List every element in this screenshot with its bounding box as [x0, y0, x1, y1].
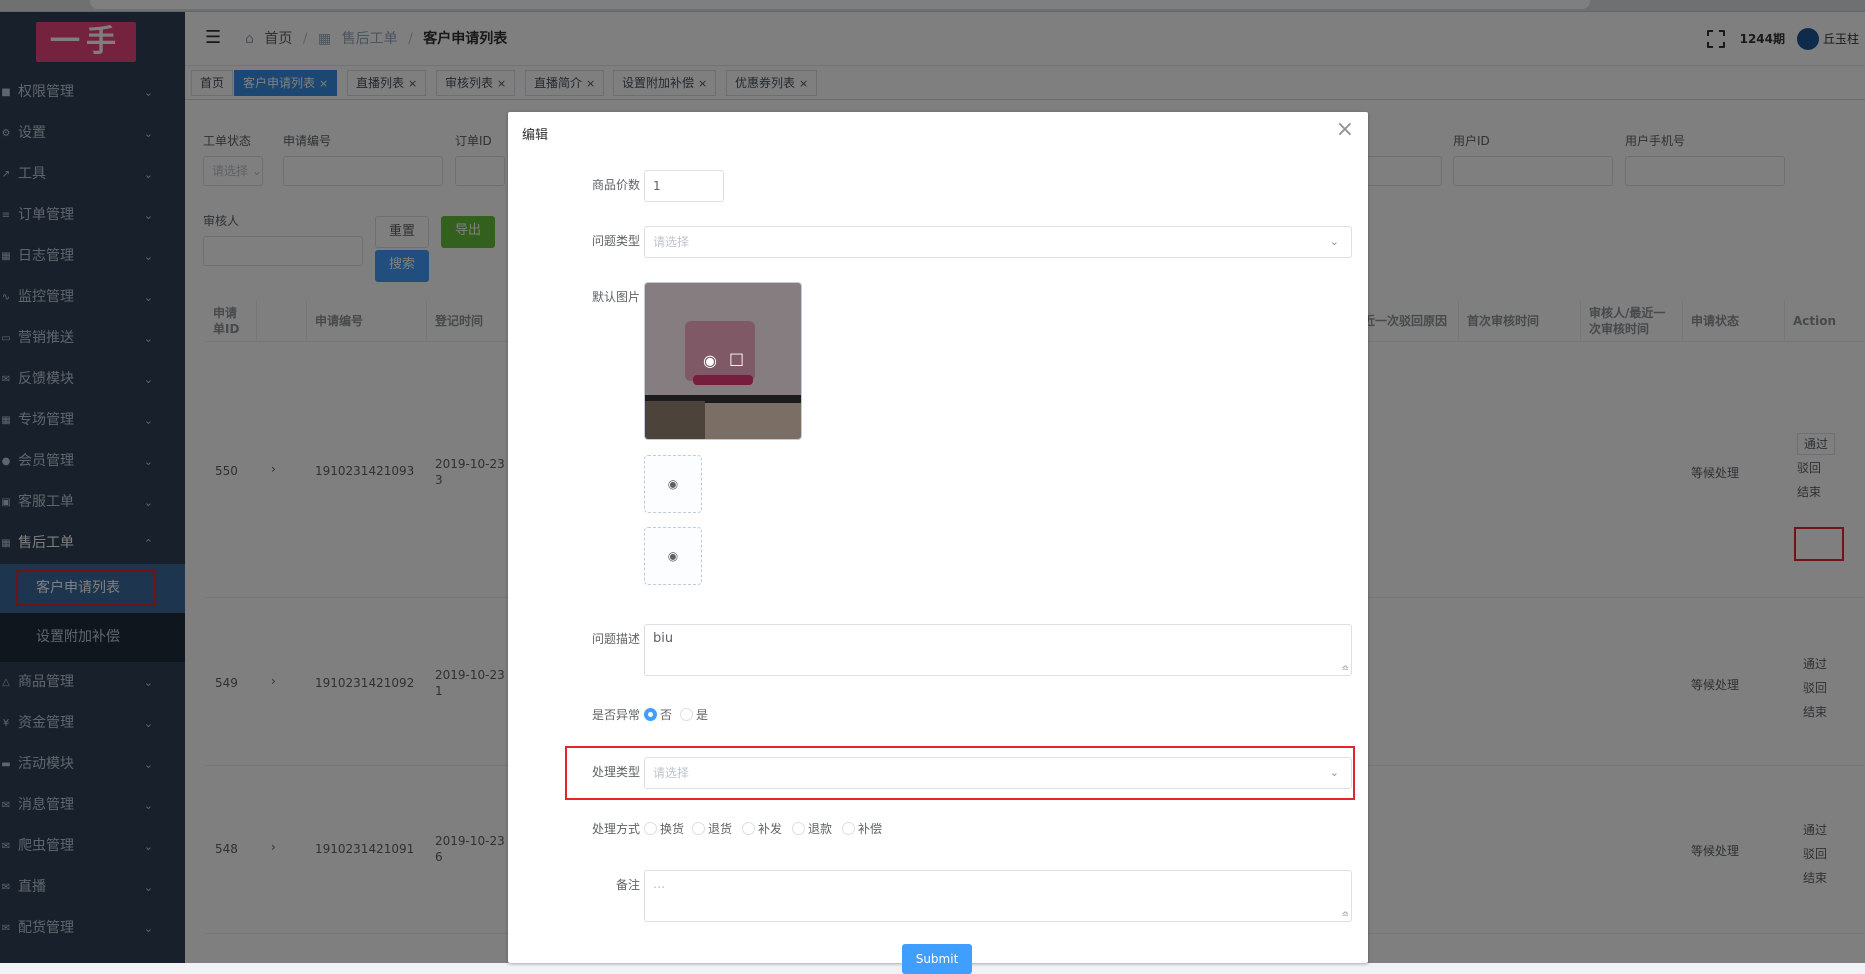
upload-slot[interactable]: ◉: [644, 455, 702, 513]
method-label: 处理方式: [591, 822, 640, 836]
radio-label: 否: [660, 708, 673, 722]
abnormal-label: 是否异常: [591, 708, 640, 722]
select-placeholder: 请选择: [653, 235, 690, 249]
chevron-down-icon: ⌄: [1329, 235, 1339, 248]
method-radio-exchange[interactable]: 换货: [644, 820, 684, 837]
dialog-title: 编辑: [522, 128, 549, 143]
abnormal-radio-no[interactable]: 否: [644, 706, 672, 723]
resize-grip-icon[interactable]: ≏: [1341, 910, 1349, 920]
method-radio-reship[interactable]: 补发: [742, 820, 782, 837]
camera-icon: ◉: [667, 549, 679, 563]
radio-icon: [692, 822, 705, 835]
desc-value: biu: [653, 631, 674, 646]
remark-textarea[interactable]: ... ≏: [644, 870, 1352, 922]
abnormal-radio-yes[interactable]: 是: [680, 706, 708, 723]
remark-label: 备注: [615, 878, 640, 892]
trash-icon[interactable]: □: [729, 349, 744, 368]
desc-textarea[interactable]: biu ≏: [644, 624, 1352, 676]
remark-placeholder: ...: [653, 877, 666, 892]
desc-label: 问题描述: [591, 632, 640, 646]
radio-label: 补偿: [858, 822, 883, 836]
edit-dialog: 编辑 × 商品价数 1 问题类型 请选择 ⌄ 默认图片 ◉ □ ◉ ◉ 问题描述 …: [508, 112, 1368, 974]
chevron-down-icon: ⌄: [1329, 766, 1339, 779]
image-hover-mask: [645, 283, 801, 439]
method-radio-refund[interactable]: 退款: [792, 820, 832, 837]
radio-icon: [792, 822, 805, 835]
radio-icon: [842, 822, 855, 835]
radio-label: 补发: [758, 822, 783, 836]
method-radio-compensate[interactable]: 补偿: [842, 820, 882, 837]
handle-type-label: 处理类型: [591, 765, 640, 779]
issue-type-label: 问题类型: [591, 234, 640, 248]
radio-checked-icon: [644, 708, 657, 721]
radio-icon: [742, 822, 755, 835]
uploaded-image: ◉ □: [644, 282, 802, 440]
count-label: 商品价数: [591, 178, 640, 192]
select-placeholder: 请选择: [653, 766, 690, 780]
resize-grip-icon[interactable]: ≏: [1341, 664, 1349, 674]
submit-button[interactable]: Submit: [902, 944, 972, 974]
camera-icon: ◉: [667, 477, 679, 491]
issue-type-select[interactable]: 请选择 ⌄: [644, 226, 1352, 258]
handle-type-select[interactable]: 请选择 ⌄: [644, 757, 1352, 789]
radio-icon: [644, 822, 657, 835]
upload-slot[interactable]: ◉: [644, 527, 702, 585]
radio-label: 是: [696, 708, 709, 722]
method-radio-return[interactable]: 退货: [692, 820, 732, 837]
radio-label: 换货: [660, 822, 685, 836]
radio-icon: [680, 708, 693, 721]
radio-label: 退货: [708, 822, 733, 836]
count-input[interactable]: 1: [644, 170, 724, 202]
close-icon[interactable]: ×: [1336, 118, 1354, 142]
radio-label: 退款: [808, 822, 833, 836]
image-label: 默认图片: [591, 290, 640, 304]
eye-icon[interactable]: ◉: [703, 351, 717, 370]
